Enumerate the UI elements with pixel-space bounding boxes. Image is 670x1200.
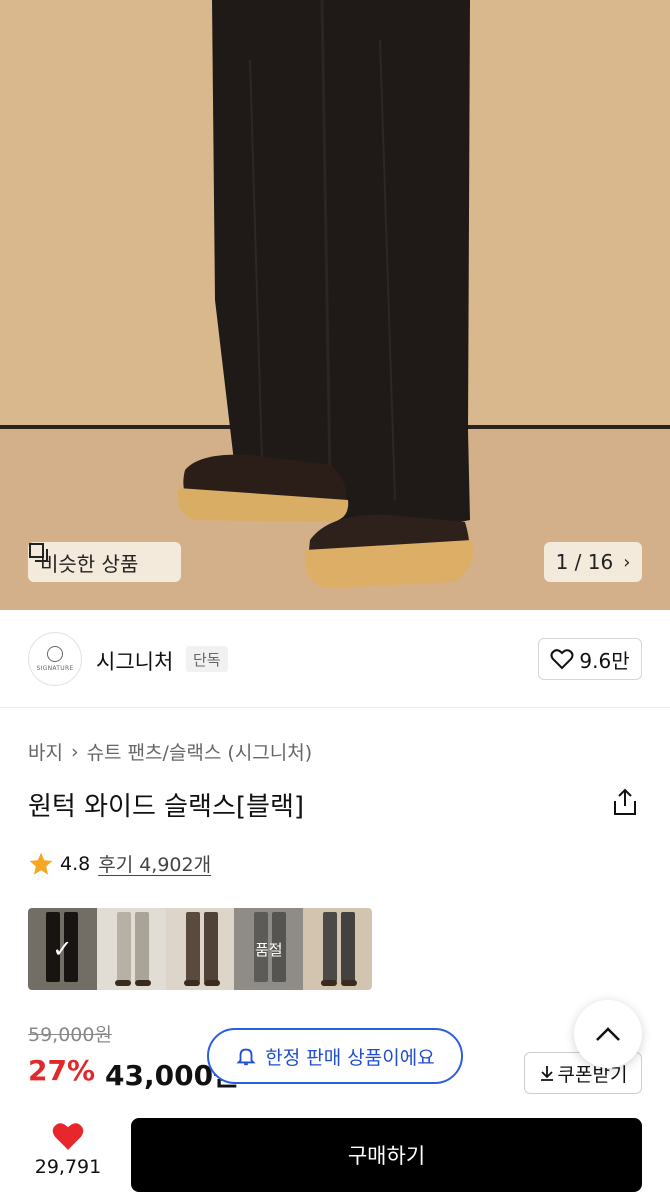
breadcrumb-category[interactable]: 바지	[28, 738, 63, 765]
wish-count: 29,791	[34, 1156, 102, 1178]
chevron-right-icon: ›	[623, 551, 631, 573]
brand-like-count: 9.6만	[579, 648, 630, 673]
similar-items-icon	[29, 543, 48, 562]
product-photo	[0, 0, 670, 610]
brand-logo-text: SIGNATURE	[36, 665, 74, 672]
toast-text: 한정 판매 상품이에요	[265, 1046, 435, 1069]
original-price: 59,000원	[28, 1024, 112, 1046]
swatch-black[interactable]: ✓	[28, 908, 97, 990]
brand-name[interactable]: 시그니처	[96, 646, 173, 676]
image-counter[interactable]: 1 / 16 ›	[544, 542, 642, 582]
check-icon: ✓	[52, 935, 73, 963]
share-button[interactable]	[612, 788, 638, 816]
breadcrumb-subcategory[interactable]: 슈트 팬츠/슬랙스 (시그니처)	[87, 738, 313, 765]
reviews-link[interactable]: 후기 4,902개	[98, 850, 211, 877]
image-counter-text: 1 / 16	[555, 550, 614, 574]
similar-products-button[interactable]: 비슷한 상품	[28, 542, 181, 582]
similar-products-label: 비슷한 상품	[40, 551, 139, 576]
swatch-gray[interactable]: 품절	[234, 908, 304, 990]
color-swatches: ✓ 품절	[28, 908, 372, 990]
star-icon	[29, 852, 53, 875]
share-icon	[614, 788, 636, 815]
bottom-action-bar: 29,791 구매하기	[0, 1106, 670, 1200]
swatch-brown[interactable]	[165, 908, 235, 990]
rating-row: 4.8 후기 4,902개	[28, 850, 211, 877]
chevron-up-icon	[596, 1027, 620, 1041]
breadcrumb: 바지 › 슈트 팬츠/슬랙스 (시그니처)	[28, 738, 312, 765]
brand-like-button[interactable]: 9.6만	[538, 638, 642, 680]
heart-outline-icon	[550, 649, 574, 670]
exclusive-badge: 단독	[186, 646, 228, 672]
brand-logo[interactable]: SIGNATURE	[28, 632, 82, 686]
discount-rate: 27%	[28, 1054, 96, 1087]
product-image[interactable]: 비슷한 상품 1 / 16 ›	[0, 0, 670, 610]
sold-out-label: 품절	[254, 940, 283, 959]
wish-button[interactable]: 29,791	[28, 1120, 108, 1178]
swatch-beige[interactable]	[96, 908, 166, 990]
bell-icon	[236, 1048, 256, 1066]
selected-overlay: ✓	[28, 908, 97, 990]
limited-sale-toast: 한정 판매 상품이에요	[207, 1028, 463, 1084]
rating-score: 4.8	[60, 852, 91, 875]
chevron-right-icon: ›	[70, 740, 79, 763]
sold-out-overlay: 품절	[234, 908, 304, 990]
product-title: 원턱 와이드 슬랙스[블랙]	[28, 792, 305, 822]
scroll-top-button[interactable]	[574, 1000, 642, 1068]
brand-mark-icon	[47, 646, 63, 662]
download-icon	[540, 1066, 553, 1081]
buy-button[interactable]: 구매하기	[131, 1118, 642, 1192]
heart-filled-icon	[52, 1123, 84, 1150]
swatch-charcoal[interactable]	[303, 908, 372, 990]
brand-row: SIGNATURE 시그니처 단독 9.6만	[0, 610, 670, 708]
